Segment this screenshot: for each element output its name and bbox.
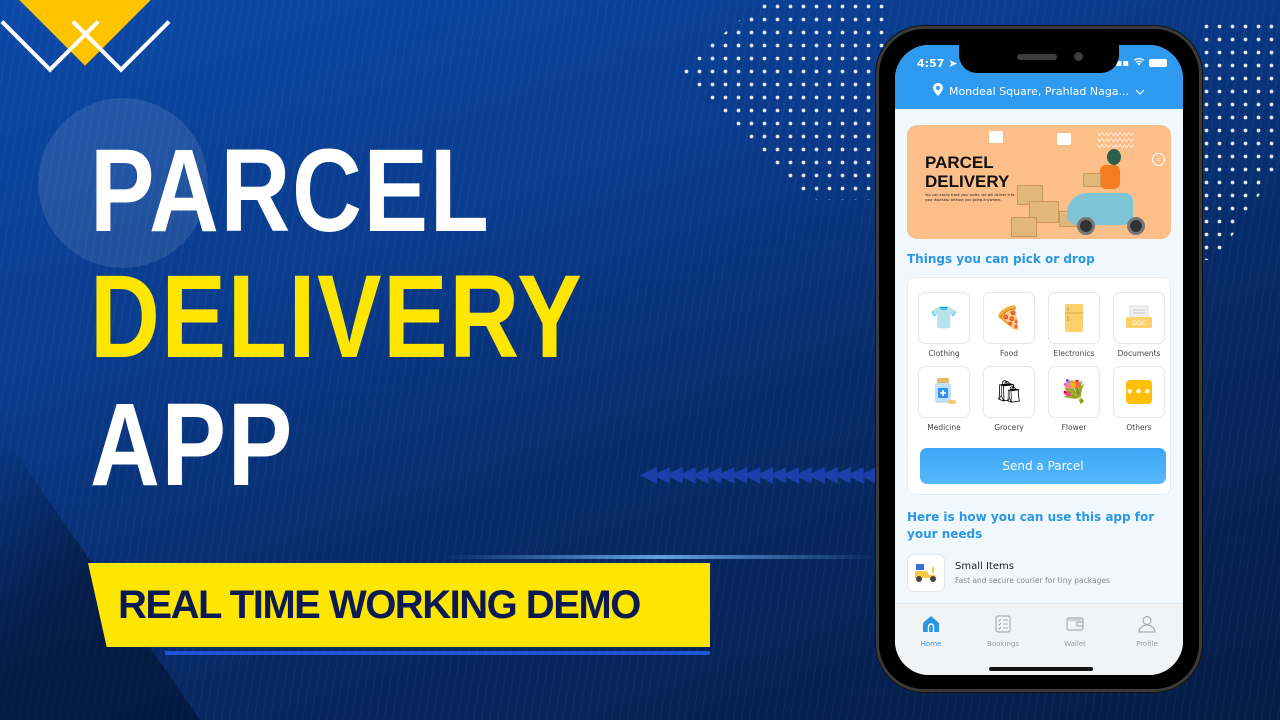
title-line-parcel: PARCEL <box>90 125 491 257</box>
pizza-glyph: 🍕 <box>995 305 1023 331</box>
tab-label: Wallet <box>1064 640 1086 648</box>
usage-item-text: Small Items Fast and secure courier for … <box>955 561 1110 585</box>
box-icon <box>989 131 1003 143</box>
category-label: Medicine <box>927 423 961 432</box>
scooter-wheel <box>1077 217 1095 235</box>
category-food[interactable]: 🍕 Food <box>983 292 1035 360</box>
usage-heading: Here is how you can use this app for you… <box>907 510 1155 541</box>
promo-banner-subtext: You can easily track your order, we will… <box>925 193 1015 202</box>
svg-text:DOC: DOC <box>1132 320 1146 327</box>
promo-banner[interactable]: 〰〰〰〰 〰〰〰〰 〰〰〰〰 PARCEL DELIVERY You can eas… <box>907 125 1171 239</box>
category-documents[interactable]: DOC Documents <box>1113 292 1165 360</box>
promo-banner-title: PARCEL DELIVERY <box>925 153 1009 191</box>
category-label: Others <box>1126 423 1152 432</box>
status-time-text: 4:57 <box>917 57 945 70</box>
categories-heading: Things you can pick or drop <box>907 252 1095 266</box>
promo-title-line: DELIVERY <box>925 172 1010 191</box>
category-label: Electronics <box>1053 349 1095 358</box>
speaker-grille <box>1017 54 1057 60</box>
banner-underline <box>165 651 710 655</box>
categories-grid: 👕 Clothing 🍕 Food Electronics DOC Docume… <box>918 292 1165 434</box>
parcel-box-illustration <box>1011 217 1037 237</box>
demo-banner-text: REAL TIME WORKING DEMO <box>118 582 641 627</box>
promo-title-line: PARCEL <box>925 153 994 172</box>
dot-pattern-decoration <box>1200 20 1280 260</box>
location-text: Mondeal Square, Prahlad Naga... <box>948 84 1130 98</box>
tab-profile[interactable]: Profile <box>1117 614 1177 675</box>
category-others[interactable]: ••• Others <box>1113 366 1165 434</box>
medicine-icon <box>918 366 970 418</box>
rider-illustration <box>1100 165 1120 189</box>
tab-bookings[interactable]: Bookings <box>973 614 1033 675</box>
tab-label: Profile <box>1136 640 1158 648</box>
pizza-icon: 🍕 <box>983 292 1035 344</box>
bottom-tab-bar: Home Bookings Wallet Profile <box>895 603 1183 675</box>
flower-glyph: 💐 <box>1060 379 1088 405</box>
phone-notch <box>959 45 1119 73</box>
phone-screen: 4:57 ➤ ▪▪ Mondeal Square, Prahlad Naga..… <box>895 45 1183 675</box>
wifi-icon <box>1133 57 1145 69</box>
dot-pattern-decoration <box>680 0 890 200</box>
category-label: Flower <box>1061 423 1087 432</box>
checklist-icon <box>993 614 1013 634</box>
title-line-app: APP <box>90 379 294 511</box>
clothing-icon: 👕 <box>918 292 970 344</box>
demo-banner: REAL TIME WORKING DEMO <box>88 563 710 647</box>
title-line-delivery: DELIVERY <box>90 251 584 383</box>
phone-mockup: 4:57 ➤ ▪▪ Mondeal Square, Prahlad Naga..… <box>876 26 1202 692</box>
tab-label: Home <box>920 640 942 648</box>
category-clothing[interactable]: 👕 Clothing <box>918 292 970 360</box>
home-icon <box>921 614 941 634</box>
grocery-bag-icon: 🛍 <box>983 366 1035 418</box>
arrow-pattern-decoration: ◀◀◀◀◀◀◀◀◀◀◀◀◀◀◀◀◀◀◀◀ <box>640 462 902 487</box>
scooter-illustration <box>1067 193 1133 225</box>
flower-bouquet-icon: 💐 <box>1048 366 1100 418</box>
battery-icon <box>1149 59 1167 67</box>
map-pin-icon <box>932 83 943 99</box>
usage-item-description: Fast and secure courier for tiny package… <box>955 576 1110 585</box>
tab-home[interactable]: Home <box>901 614 961 675</box>
category-label: Documents <box>1117 349 1161 358</box>
status-time: 4:57 ➤ <box>917 57 957 70</box>
light-streak-decoration <box>440 555 880 559</box>
category-grocery[interactable]: 🛍 Grocery <box>983 366 1035 434</box>
parcel-box-illustration <box>1083 173 1101 187</box>
categories-card: 👕 Clothing 🍕 Food Electronics DOC Docume… <box>907 277 1171 495</box>
grocery-glyph: 🛍 <box>995 379 1023 405</box>
chevron-down-icon <box>1135 85 1145 98</box>
fridge-icon <box>1048 292 1100 344</box>
rider-illustration <box>1107 149 1121 165</box>
document-icon: DOC <box>1113 292 1165 344</box>
more-glyph: ••• <box>1126 380 1152 404</box>
front-camera <box>1074 52 1083 61</box>
chevron-left-icon[interactable]: ‹ <box>1152 153 1165 166</box>
category-electronics[interactable]: Electronics <box>1048 292 1100 360</box>
category-label: Food <box>1000 349 1018 358</box>
location-arrow-icon: ➤ <box>948 57 958 70</box>
location-selector[interactable]: Mondeal Square, Prahlad Naga... <box>895 83 1183 99</box>
send-parcel-button[interactable]: Send a Parcel <box>920 448 1166 484</box>
clothing-glyph: 👕 <box>930 305 958 331</box>
box-icon <box>1057 133 1071 145</box>
more-icon: ••• <box>1113 366 1165 418</box>
category-label: Clothing <box>928 349 960 358</box>
status-icons: ▪▪ <box>1115 57 1167 69</box>
wallet-icon <box>1065 614 1085 634</box>
category-flower[interactable]: 💐 Flower <box>1048 366 1100 434</box>
tab-wallet[interactable]: Wallet <box>1045 614 1105 675</box>
home-indicator[interactable] <box>989 667 1093 671</box>
usage-item-title: Small Items <box>955 561 1014 572</box>
category-medicine[interactable]: Medicine <box>918 366 970 434</box>
scooter-wheel <box>1127 217 1145 235</box>
scooter-icon <box>907 554 945 592</box>
category-label: Grocery <box>994 423 1024 432</box>
user-icon <box>1137 614 1157 634</box>
tab-label: Bookings <box>987 640 1019 648</box>
usage-item-small-items[interactable]: Small Items Fast and secure courier for … <box>907 553 1171 593</box>
